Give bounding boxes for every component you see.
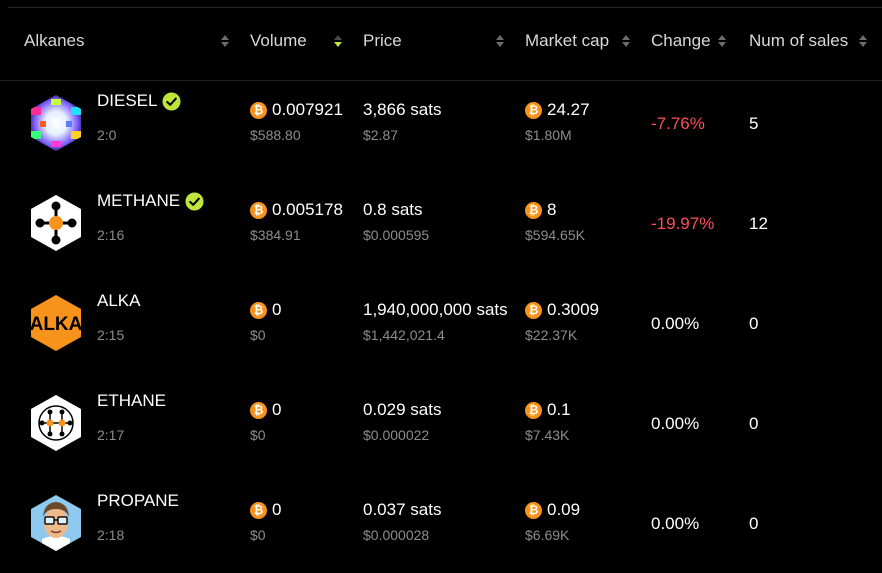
header-num-sales-label: Num of sales — [749, 31, 849, 50]
change-value: 0.00% — [651, 314, 700, 333]
sort-icon-change[interactable] — [717, 33, 727, 49]
sort-icon-market-cap[interactable] — [621, 33, 631, 49]
header-change[interactable]: Change — [651, 31, 711, 51]
header-change-label: Change — [651, 31, 711, 50]
btc-icon: ₿ — [525, 501, 542, 519]
table-row-propane[interactable]: PROPANE 2:18 ₿ 0 $0 0.037 sats $0.000028 … — [0, 473, 882, 573]
header-volume-label: Volume — [250, 31, 307, 50]
table-row-ethane[interactable]: ETHANE 2:17 ₿ 0 $0 0.029 sats $0.000022 ₿… — [0, 373, 882, 473]
volume-btc: ₿ 0 — [250, 400, 281, 420]
token-id: 2:0 — [97, 127, 117, 143]
market-cap-btc: ₿ 0.1 — [525, 400, 571, 420]
change-value: -19.97% — [651, 214, 715, 233]
volume-usd: $0 — [250, 327, 266, 343]
verified-badge-icon — [162, 91, 182, 111]
btc-icon: ₿ — [250, 301, 267, 319]
market-cap-usd: $594.65K — [525, 227, 585, 243]
header-market-cap-label: Market cap — [525, 31, 610, 50]
table-row-alka[interactable]: ALKA ALKA 2:15 ₿ 0 $0 1,940,000,000 sats … — [0, 273, 882, 373]
volume-usd: $588.80 — [250, 127, 301, 143]
market-cap-btc: ₿ 0.09 — [525, 500, 580, 520]
volume-usd: $384.91 — [250, 227, 301, 243]
sort-icon-volume[interactable] — [333, 33, 343, 49]
price-sats: 0.029 sats — [363, 400, 442, 419]
market-cap-usd: $7.43K — [525, 427, 570, 443]
btc-icon: ₿ — [250, 101, 267, 119]
sort-icon-price[interactable] — [495, 33, 505, 49]
btc-icon: ₿ — [250, 401, 267, 419]
volume-usd: $0 — [250, 427, 266, 443]
market-cap-btc: ₿ 0.3009 — [525, 300, 599, 320]
table-header: Alkanes Volume Price Market cap Change N… — [0, 0, 882, 81]
volume-btc: ₿ 0.007921 — [250, 100, 343, 120]
header-market-cap[interactable]: Market cap — [525, 31, 609, 51]
market-cap-usd: $22.37K — [525, 327, 578, 343]
header-alkanes-label: Alkanes — [24, 31, 85, 50]
token-name-wrap: ALKA — [97, 291, 140, 311]
header-price-label: Price — [363, 31, 402, 50]
diesel-logo-icon — [28, 93, 84, 153]
table-row-methane[interactable]: METHANE 2:16 ₿ 0.005178 $384.91 0.8 sats … — [0, 173, 882, 273]
btc-icon: ₿ — [525, 301, 542, 319]
header-volume[interactable]: Volume — [250, 31, 307, 51]
methane-logo-icon — [28, 193, 84, 253]
volume-btc: ₿ 0 — [250, 300, 281, 320]
propane-logo-icon — [28, 493, 84, 553]
ethane-logo-icon — [28, 393, 84, 453]
change-value: 0.00% — [651, 514, 700, 533]
price-usd: $0.000595 — [363, 227, 430, 243]
token-id: 2:15 — [97, 327, 125, 343]
header-divider — [8, 7, 882, 8]
token-id: 2:18 — [97, 527, 125, 543]
sort-icon-num-sales[interactable] — [858, 33, 868, 49]
num-sales-value: 0 — [749, 514, 759, 533]
price-sats: 0.8 sats — [363, 200, 423, 219]
token-name[interactable]: ETHANE — [97, 391, 166, 411]
table-row-diesel[interactable]: DIESEL 2:0 ₿ 0.007921 $588.80 3,866 sats … — [0, 73, 882, 173]
header-num-sales[interactable]: Num of sales — [749, 31, 848, 51]
header-alkanes[interactable]: Alkanes — [24, 31, 84, 51]
token-name-wrap: DIESEL — [97, 91, 182, 111]
token-id: 2:17 — [97, 427, 125, 443]
market-cap-usd: $6.69K — [525, 527, 570, 543]
token-id: 2:16 — [97, 227, 125, 243]
volume-btc: ₿ 0 — [250, 500, 281, 520]
sort-icon-alkanes[interactable] — [220, 33, 230, 49]
svg-text:ALKA: ALKA — [30, 314, 83, 335]
verified-badge-icon — [185, 191, 204, 211]
market-cap-usd: $1.80M — [525, 127, 572, 143]
volume-usd: $0 — [250, 527, 266, 543]
num-sales-value: 0 — [749, 314, 759, 333]
change-value: -7.76% — [651, 114, 705, 133]
num-sales-value: 12 — [749, 214, 768, 233]
price-usd: $2.87 — [363, 127, 399, 143]
token-name[interactable]: DIESEL — [97, 91, 157, 111]
btc-icon: ₿ — [250, 201, 267, 219]
num-sales-value: 5 — [749, 114, 759, 133]
token-name-wrap: ETHANE — [97, 391, 166, 411]
price-sats: 1,940,000,000 sats — [363, 300, 508, 319]
price-usd: $1,442,021.4 — [363, 327, 445, 343]
token-name[interactable]: METHANE — [97, 191, 180, 211]
btc-icon: ₿ — [250, 501, 267, 519]
price-usd: $0.000028 — [363, 527, 430, 543]
token-name[interactable]: ALKA — [97, 291, 140, 311]
token-name-wrap: PROPANE — [97, 491, 179, 511]
token-name[interactable]: PROPANE — [97, 491, 179, 511]
alka-logo-icon: ALKA — [28, 293, 84, 353]
alkanes-table: Alkanes Volume Price Market cap Change N… — [0, 0, 882, 567]
change-value: 0.00% — [651, 414, 700, 433]
btc-icon: ₿ — [525, 101, 542, 119]
market-cap-btc: ₿ 8 — [525, 200, 556, 220]
market-cap-btc: ₿ 24.27 — [525, 100, 590, 120]
btc-icon: ₿ — [525, 201, 542, 219]
num-sales-value: 0 — [749, 414, 759, 433]
price-sats: 0.037 sats — [363, 500, 442, 519]
price-sats: 3,866 sats — [363, 100, 442, 119]
btc-icon: ₿ — [525, 401, 542, 419]
price-usd: $0.000022 — [363, 427, 430, 443]
volume-btc: ₿ 0.005178 — [250, 200, 343, 220]
token-name-wrap: METHANE — [97, 191, 204, 211]
header-price[interactable]: Price — [363, 31, 402, 51]
